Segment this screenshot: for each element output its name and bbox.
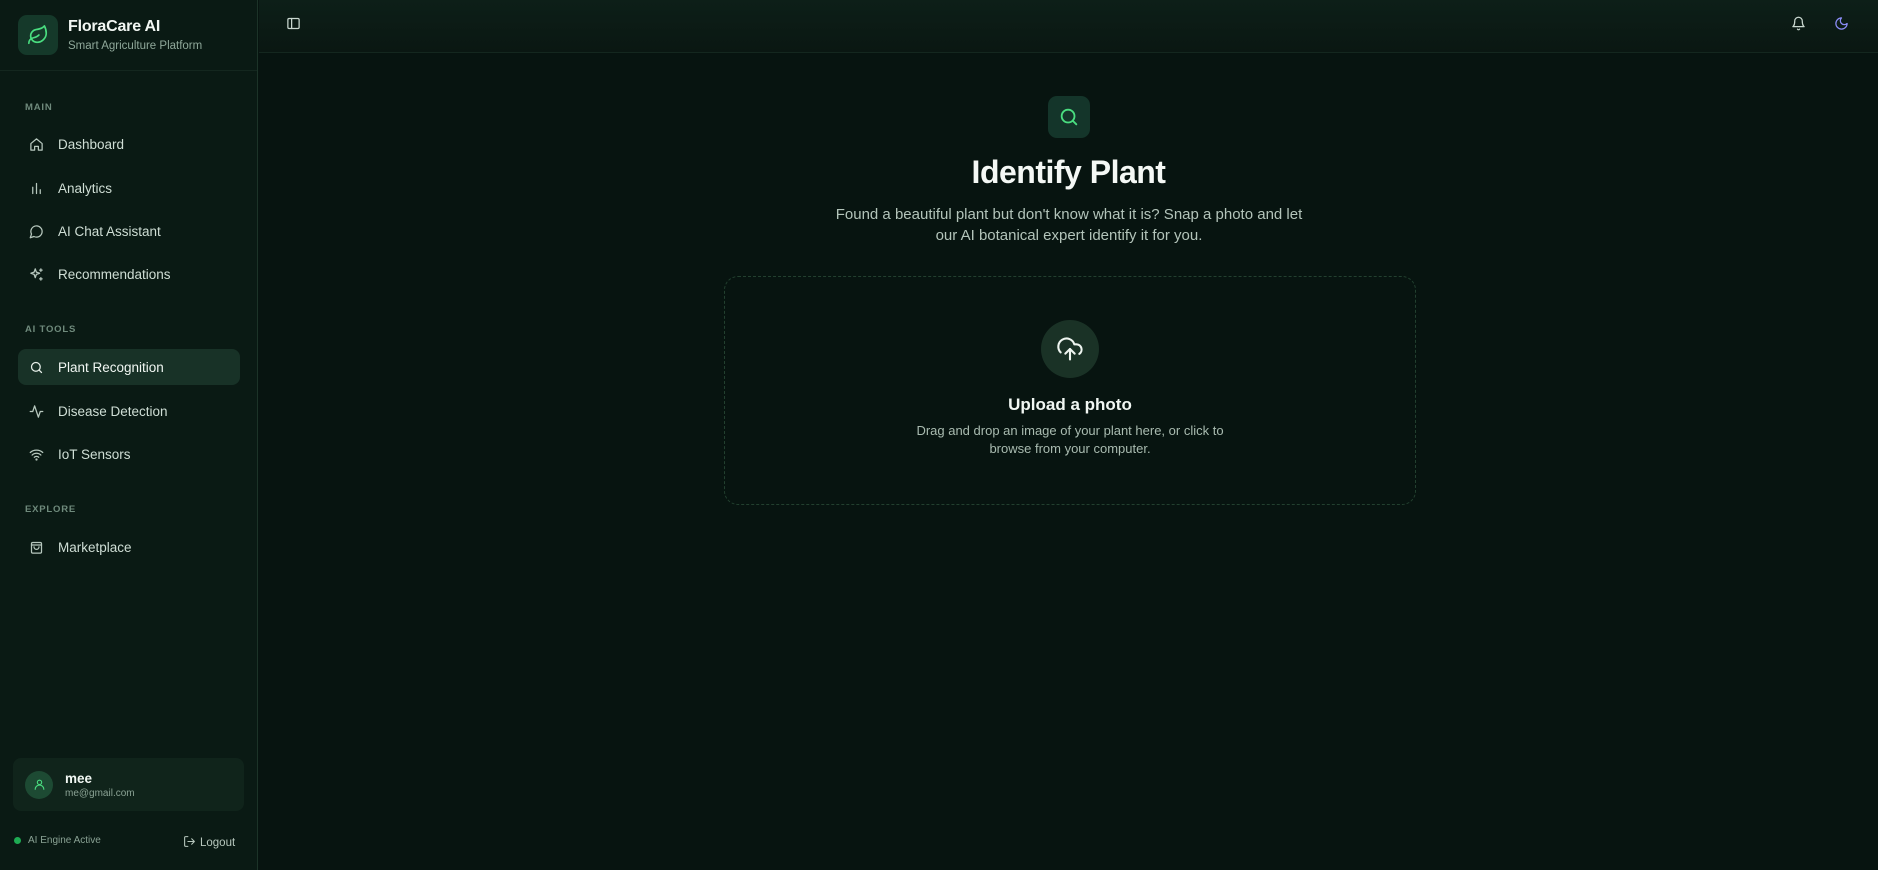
user-name: mee [65, 770, 93, 786]
page-description: Found a beautiful plant but don't know w… [835, 206, 1303, 244]
activity-icon [28, 403, 44, 419]
sidebar-item-marketplace[interactable]: Marketplace [18, 529, 240, 565]
search-icon [28, 359, 44, 375]
logout-icon [183, 835, 196, 851]
bell-icon[interactable] [1788, 13, 1808, 33]
user-email: me@gmail.com [65, 787, 135, 799]
bar-chart-icon [28, 180, 44, 196]
sidebar: FloraCare AI Smart Agriculture Platform … [0, 0, 258, 870]
sidebar-item-label: Disease Detection [58, 403, 168, 419]
moon-icon[interactable] [1831, 13, 1851, 33]
sidebar-item-analytics[interactable]: Analytics [18, 170, 240, 206]
search-icon [1048, 96, 1090, 138]
upload-title: Upload a photo [1008, 395, 1132, 414]
main-content: Identify Plant Found a beautiful plant b… [259, 53, 1878, 870]
sidebar-item-iot-sensors[interactable]: IoT Sensors [18, 436, 240, 472]
sidebar-item-label: Analytics [58, 180, 113, 196]
brand: FloraCare AI Smart Agriculture Platform [0, 0, 257, 71]
sidebar-item-ai-chat-assistant[interactable]: AI Chat Assistant [18, 213, 240, 249]
section-label-ai-tools: AI TOOLS [25, 324, 77, 335]
sidebar-toggle-icon[interactable] [283, 13, 303, 33]
logout-label: Logout [200, 837, 236, 849]
sidebar-item-label: AI Chat Assistant [58, 223, 161, 239]
page-title: Identify Plant [971, 154, 1166, 190]
sidebar-item-disease-detection[interactable]: Disease Detection [18, 393, 240, 429]
sidebar-item-label: Plant Recognition [58, 359, 164, 375]
wifi-icon [28, 446, 44, 462]
status-dot [14, 837, 21, 844]
user-card[interactable]: mee me@gmail.com [13, 758, 244, 811]
brand-subtitle: Smart Agriculture Platform [68, 40, 203, 52]
engine-status-label: AI Engine Active [28, 835, 101, 846]
sidebar-item-label: Marketplace [58, 539, 132, 555]
sidebar-item-recommendations[interactable]: Recommendations [18, 256, 240, 292]
logout-button[interactable]: Logout [183, 835, 235, 851]
shopping-bag-icon [28, 539, 44, 555]
sidebar-item-label: Recommendations [58, 266, 171, 282]
brand-name: FloraCare AI [68, 18, 161, 35]
sidebar-item-label: Dashboard [58, 136, 125, 152]
upload-description: Drag and drop an image of your plant her… [916, 423, 1224, 456]
sidebar-item-plant-recognition[interactable]: Plant Recognition [18, 349, 240, 385]
section-label-main: MAIN [25, 102, 53, 113]
upload-dropzone[interactable]: Upload a photo Drag and drop an image of… [724, 276, 1416, 505]
sparkles-icon [28, 266, 44, 282]
section-label-explore: EXPLORE [25, 504, 76, 515]
leaf-icon [18, 15, 58, 55]
chat-bubble-icon [28, 223, 44, 239]
sidebar-item-label: IoT Sensors [58, 446, 131, 462]
cloud-upload-icon [1041, 320, 1099, 378]
top-bar [259, 0, 1878, 53]
sidebar-item-dashboard[interactable]: Dashboard [18, 126, 240, 162]
home-icon [28, 136, 44, 152]
user-avatar-icon [25, 770, 53, 799]
engine-status: AI Engine Active [14, 835, 101, 846]
